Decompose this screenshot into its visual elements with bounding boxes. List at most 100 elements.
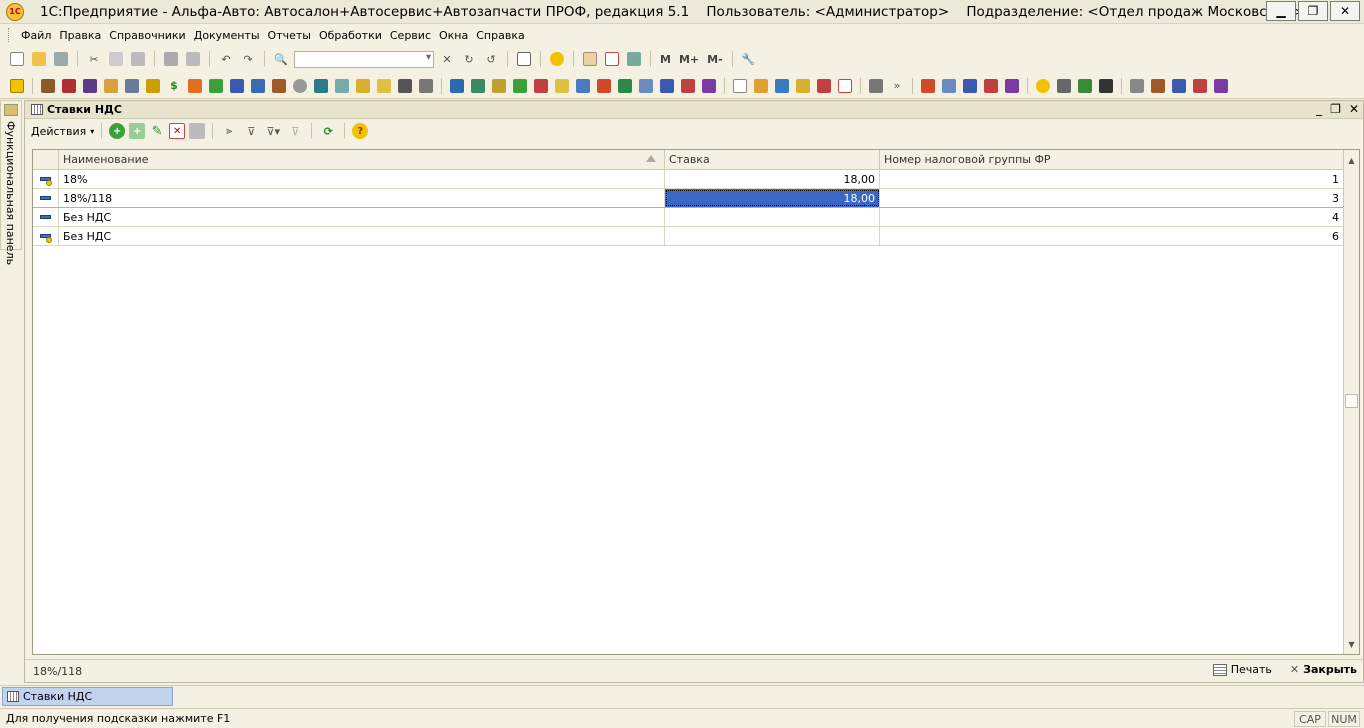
app-logo-toolbar-icon[interactable] [8, 77, 26, 95]
users-icon[interactable] [625, 50, 643, 68]
search-icon[interactable]: 🔍 [272, 50, 290, 68]
delete-icon[interactable]: ✕ [169, 123, 186, 139]
calendar-icon[interactable] [603, 50, 621, 68]
transfer-icon[interactable] [469, 77, 487, 95]
cell-tax-group[interactable]: 6 [880, 227, 1343, 245]
waybill3-plus-icon[interactable] [1170, 77, 1188, 95]
payment-order-icon[interactable] [574, 77, 592, 95]
bar-chart-icon[interactable] [773, 77, 791, 95]
catalog-icon[interactable] [81, 77, 99, 95]
chart-icon[interactable] [375, 77, 393, 95]
restore-button[interactable]: ❐ [1298, 1, 1328, 21]
people-icon[interactable] [228, 77, 246, 95]
vertical-scrollbar[interactable]: ▲ ▼ [1343, 150, 1359, 654]
scroll-up-icon[interactable]: ▲ [1344, 152, 1359, 168]
copy-item-icon[interactable]: + [129, 123, 146, 139]
paste-icon[interactable] [129, 50, 147, 68]
new-document-icon[interactable] [8, 50, 26, 68]
cell-rate[interactable] [665, 208, 880, 226]
table-row[interactable]: Без НДС 6 [33, 227, 1359, 246]
column-header-name[interactable]: Наименование [59, 150, 665, 169]
column-header-rate[interactable]: Ставка [665, 150, 880, 169]
cash-icon[interactable] [186, 77, 204, 95]
find-prev-icon[interactable]: ↺ [482, 50, 500, 68]
memory-minus-button[interactable]: M- [705, 53, 725, 66]
functional-panel[interactable]: Функциональная панель [0, 100, 22, 265]
invoice-icon[interactable] [637, 77, 655, 95]
clear-search-icon[interactable]: ✕ [438, 50, 456, 68]
arrows-back-icon[interactable] [616, 77, 634, 95]
undo-icon[interactable]: ↶ [217, 50, 235, 68]
menu-reports[interactable]: Отчеты [264, 29, 315, 42]
list-icon[interactable] [417, 77, 435, 95]
table-row[interactable]: 18%/118 18,00 3 [33, 189, 1359, 208]
table-row[interactable]: 18% 18,00 1 [33, 170, 1359, 189]
minimize-button[interactable]: ▁ [1266, 1, 1296, 21]
settings-gear-icon[interactable] [291, 77, 309, 95]
cell-name[interactable]: 18% [59, 170, 665, 188]
payment-icon[interactable] [354, 77, 372, 95]
car-icon[interactable] [1055, 77, 1073, 95]
goods-icon[interactable] [102, 77, 120, 95]
books-icon[interactable] [448, 77, 466, 95]
currency-icon[interactable]: $ [165, 77, 183, 95]
filter-set-icon[interactable]: ⫸ [220, 122, 238, 140]
journal-icon[interactable] [333, 77, 351, 95]
windows-icon[interactable] [515, 50, 533, 68]
print-button[interactable]: Печать [1212, 663, 1272, 676]
filter-icon[interactable]: ⊽ [242, 122, 260, 140]
doc-minimize-button[interactable]: _ [1316, 102, 1322, 116]
cell-tax-group[interactable]: 1 [880, 170, 1343, 188]
menu-file[interactable]: Файл [17, 29, 55, 42]
edit-icon[interactable]: ✎ [149, 123, 165, 139]
calculator-icon[interactable] [581, 50, 599, 68]
filter-clear-icon[interactable]: ⊽ [286, 122, 304, 140]
add-icon[interactable]: + [109, 123, 126, 139]
cell-rate-selected[interactable]: 18,00 [665, 189, 880, 207]
table-row[interactable]: Без НДС 4 [33, 208, 1359, 227]
info-icon[interactable] [548, 50, 566, 68]
menu-help[interactable]: Справка [472, 29, 528, 42]
cell-rate[interactable] [665, 227, 880, 245]
cell-tax-group[interactable]: 4 [880, 208, 1343, 226]
tool-icon[interactable] [396, 77, 414, 95]
memory-button[interactable]: M [658, 53, 673, 66]
exchange-icon[interactable] [919, 77, 937, 95]
menu-grip[interactable] [8, 28, 11, 42]
tools-icon[interactable]: 🔧 [740, 50, 758, 68]
receipt-icon[interactable] [490, 77, 508, 95]
memory-plus-button[interactable]: M+ [677, 53, 701, 66]
panel-pin-icon[interactable] [4, 104, 18, 116]
waybill2-return-icon[interactable] [1003, 77, 1021, 95]
filter-options-icon[interactable]: ⊽▾ [264, 122, 282, 140]
monitor-icon[interactable] [312, 77, 330, 95]
print-icon[interactable] [162, 50, 180, 68]
scroll-thumb[interactable] [1345, 394, 1358, 408]
menu-catalogs[interactable]: Справочники [105, 29, 189, 42]
waybill2-plus-icon[interactable] [961, 77, 979, 95]
window-tab-vat-rates[interactable]: Ставки НДС [2, 687, 173, 706]
cell-tax-group[interactable]: 3 [880, 189, 1343, 207]
stack-icon[interactable] [794, 77, 812, 95]
waybill-return-icon[interactable] [700, 77, 718, 95]
cash-out-icon[interactable] [532, 77, 550, 95]
waybill3-minus-icon[interactable] [1191, 77, 1209, 95]
app-logo-icon[interactable]: 1С [6, 2, 24, 21]
waybill-plus-icon[interactable] [658, 77, 676, 95]
parts-icon[interactable] [1076, 77, 1094, 95]
help-icon[interactable]: ? [352, 123, 369, 139]
bank-icon[interactable] [207, 77, 225, 95]
close-window-button[interactable]: ✕ [1330, 1, 1360, 21]
open-folder-icon[interactable] [30, 50, 48, 68]
save-icon[interactable] [52, 50, 70, 68]
menu-service[interactable]: Сервис [386, 29, 435, 42]
menu-windows[interactable]: Окна [435, 29, 472, 42]
sort-icon[interactable] [752, 77, 770, 95]
organization-icon[interactable] [39, 77, 57, 95]
group-icon[interactable] [189, 123, 206, 139]
structure-icon[interactable] [270, 77, 288, 95]
actions-dropdown-icon[interactable]: ▾ [90, 127, 94, 136]
more-icon[interactable]: » [888, 77, 906, 95]
cash-in-icon[interactable] [511, 77, 529, 95]
close-button[interactable]: ✕ Закрыть [1290, 663, 1357, 676]
